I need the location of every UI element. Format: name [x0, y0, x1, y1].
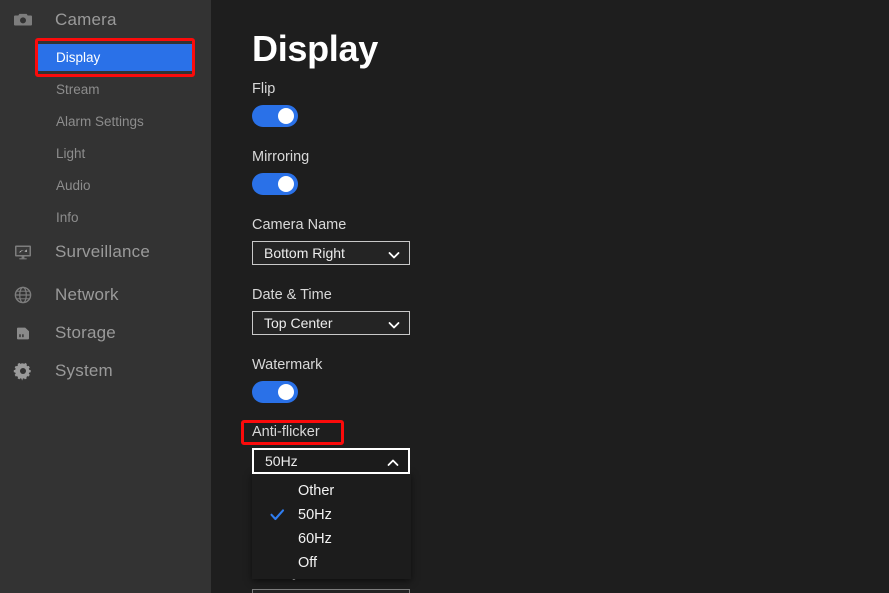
sidebar-item-alarm-settings[interactable]: Alarm Settings [37, 108, 194, 135]
sidebar-item-info[interactable]: Info [37, 204, 194, 231]
toggle-knob [278, 176, 294, 192]
dropdown-option-50hz[interactable]: 50Hz [252, 503, 411, 527]
sidebar-item-display[interactable]: Display [37, 44, 194, 71]
flip-toggle[interactable] [252, 105, 298, 127]
anti-flicker-value: 50Hz [265, 453, 298, 469]
camera-name-label: Camera Name [252, 217, 347, 233]
sidebar-group-label: Network [55, 285, 119, 304]
sidebar-item-label: Alarm Settings [56, 114, 144, 129]
chevron-down-icon [388, 318, 400, 330]
sidebar-item-label: Info [56, 210, 79, 225]
page-title: Display [252, 28, 378, 70]
monitor-icon [13, 242, 33, 262]
dropdown-option-label: 60Hz [298, 531, 332, 547]
sidebar-item-stream[interactable]: Stream [37, 76, 194, 103]
display-settings-panel: Display Flip Mirroring Camera Name Botto… [211, 0, 889, 593]
sidebar-item-light[interactable]: Light [37, 140, 194, 167]
gear-icon [13, 361, 33, 381]
sidebar-group-label: Storage [55, 323, 116, 342]
dropdown-option-label: Off [298, 555, 318, 571]
check-icon [270, 508, 285, 522]
date-time-label: Date & Time [252, 287, 332, 303]
mirroring-toggle[interactable] [252, 173, 298, 195]
sidebar-item-label: Stream [56, 82, 100, 97]
sidebar-group-system[interactable]: System [0, 355, 211, 387]
flip-label: Flip [252, 81, 276, 97]
mirroring-label: Mirroring [252, 149, 310, 165]
date-time-select[interactable]: Top Center [252, 311, 410, 335]
sd-card-icon [13, 323, 33, 343]
dropdown-option-other[interactable]: Other [252, 479, 411, 503]
watermark-toggle[interactable] [252, 381, 298, 403]
dropdown-option-60hz[interactable]: 60Hz [252, 527, 411, 551]
sidebar-group-label: Surveillance [55, 242, 151, 261]
sidebar-group-storage[interactable]: Storage [0, 317, 211, 349]
toggle-knob [278, 108, 294, 124]
camera-name-select[interactable]: Bottom Right [252, 241, 410, 265]
anti-flicker-dropdown-list[interactable]: Other 50Hz 60Hz Off [252, 473, 411, 579]
camera-name-value: Bottom Right [264, 245, 345, 261]
dropdown-option-label: 50Hz [298, 507, 332, 523]
sidebar-item-label: Light [56, 146, 86, 161]
privacy-mask-select[interactable] [252, 589, 410, 593]
sidebar-item-audio[interactable]: Audio [37, 172, 194, 199]
toggle-knob [278, 384, 294, 400]
watermark-label: Watermark [252, 357, 323, 373]
sidebar-group-label: Camera [55, 10, 117, 29]
dropdown-option-off[interactable]: Off [252, 551, 411, 575]
chevron-down-icon [388, 248, 400, 260]
sidebar-item-label: Audio [56, 178, 91, 193]
sidebar-group-camera[interactable]: Camera [0, 4, 211, 36]
globe-icon [13, 285, 33, 305]
camera-icon [13, 10, 33, 30]
anti-flicker-select[interactable]: 50Hz [252, 448, 410, 474]
chevron-up-icon [387, 456, 399, 468]
dropdown-option-label: Other [298, 483, 335, 499]
camera-settings-window: Camera Display Stream Alarm Settings Lig… [0, 0, 889, 593]
sidebar-item-label: Display [56, 50, 101, 65]
sidebar-group-network[interactable]: Network [0, 279, 211, 311]
sidebar-group-surveillance[interactable]: Surveillance [0, 236, 211, 268]
date-time-value: Top Center [264, 315, 333, 331]
anti-flicker-label: Anti-flicker [252, 424, 320, 440]
sidebar-group-label: System [55, 361, 113, 380]
sidebar-navigation: Camera Display Stream Alarm Settings Lig… [0, 0, 211, 593]
